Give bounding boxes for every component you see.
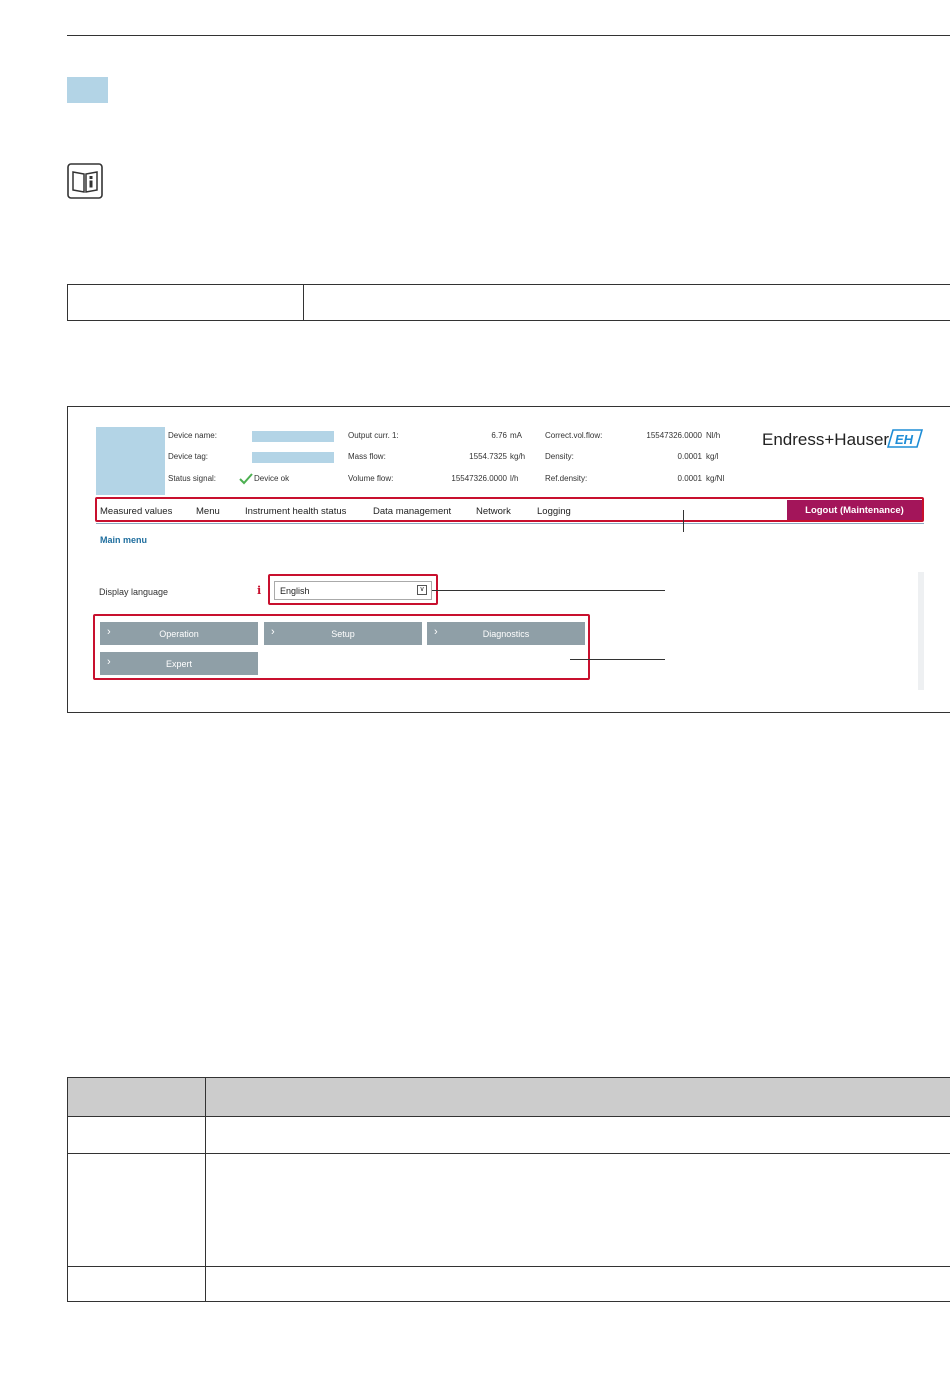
logout-button[interactable]: Logout (Maintenance) bbox=[787, 500, 922, 520]
density-label: Density: bbox=[545, 452, 574, 461]
output-curr-unit: mA bbox=[510, 431, 522, 440]
correct-vol-flow-unit: Nl/h bbox=[706, 431, 721, 440]
brand-name: Endress+Hauser bbox=[762, 430, 890, 449]
legend-table bbox=[67, 1077, 950, 1302]
chevron-right-icon: › bbox=[107, 656, 111, 668]
device-tag-field bbox=[252, 452, 334, 463]
legend-table-header bbox=[68, 1078, 950, 1117]
svg-text:EH: EH bbox=[895, 432, 914, 447]
diagnostics-button-label: Diagnostics bbox=[482, 628, 530, 639]
language-select-value: English bbox=[280, 585, 310, 596]
book-info-icon bbox=[67, 163, 103, 199]
callout-line-language bbox=[432, 590, 665, 591]
mass-flow-unit: kg/h bbox=[510, 452, 526, 461]
nav-item-network[interactable]: Network bbox=[476, 506, 511, 517]
chevron-right-icon: › bbox=[434, 626, 438, 638]
volume-flow-unit: l/h bbox=[510, 474, 519, 483]
device-image bbox=[96, 427, 165, 495]
setup-button-label: Setup bbox=[331, 628, 355, 639]
callout-line-buttons bbox=[570, 659, 665, 660]
status-value: Device ok bbox=[254, 474, 290, 483]
mass-flow-label: Mass flow: bbox=[348, 452, 386, 461]
mass-flow-value: 1554.7325 bbox=[469, 452, 507, 461]
info-table bbox=[67, 284, 950, 321]
nav-item-data-management[interactable]: Data management bbox=[373, 506, 451, 517]
correct-vol-flow-label: Correct.vol.flow: bbox=[545, 431, 603, 440]
expert-button-label: Expert bbox=[165, 658, 192, 669]
section-number-box bbox=[67, 77, 108, 103]
main-menu-title: Main menu bbox=[100, 535, 148, 545]
chevron-right-icon: › bbox=[107, 626, 111, 638]
operation-button[interactable]: › Operation bbox=[100, 622, 258, 645]
nav-item-logging[interactable]: Logging bbox=[537, 506, 571, 517]
nav-underline bbox=[96, 523, 924, 524]
operation-button-label: Operation bbox=[159, 628, 199, 639]
ref-density-label: Ref.density: bbox=[545, 474, 588, 483]
nav-item-menu[interactable]: Menu bbox=[196, 506, 220, 517]
output-curr-label: Output curr. 1: bbox=[348, 431, 399, 440]
info-icon[interactable]: i bbox=[257, 584, 261, 597]
density-value: 0.0001 bbox=[677, 452, 702, 461]
scrollbar[interactable] bbox=[918, 572, 924, 690]
output-curr-value: 6.76 bbox=[491, 431, 507, 440]
device-tag-label: Device tag: bbox=[168, 452, 209, 461]
device-name-field bbox=[252, 431, 334, 442]
volume-flow-label: Volume flow: bbox=[348, 474, 394, 483]
chevron-right-icon: › bbox=[271, 626, 275, 638]
endress-hauser-logo: EH bbox=[886, 429, 924, 448]
check-icon bbox=[239, 472, 253, 485]
expert-button[interactable]: › Expert bbox=[100, 652, 258, 675]
display-language-label: Display language bbox=[99, 587, 169, 597]
volume-flow-value: 15547326.0000 bbox=[451, 474, 507, 483]
status-signal-label: Status signal: bbox=[168, 474, 217, 483]
header-rule bbox=[67, 35, 950, 36]
correct-vol-flow-value: 15547326.0000 bbox=[646, 431, 702, 440]
ref-density-value: 0.0001 bbox=[677, 474, 702, 483]
language-select[interactable]: English ∨ bbox=[274, 581, 432, 600]
setup-button[interactable]: › Setup bbox=[264, 622, 422, 645]
ref-density-unit: kg/Nl bbox=[706, 474, 725, 483]
diagnostics-button[interactable]: › Diagnostics bbox=[427, 622, 585, 645]
chevron-down-icon: ∨ bbox=[417, 585, 427, 595]
callout-line-nav bbox=[683, 510, 684, 532]
density-unit: kg/l bbox=[706, 452, 719, 461]
nav-item-measured-values[interactable]: Measured values bbox=[100, 506, 172, 517]
device-name-label: Device name: bbox=[168, 431, 217, 440]
nav-item-instrument-health-status[interactable]: Instrument health status bbox=[245, 506, 346, 517]
